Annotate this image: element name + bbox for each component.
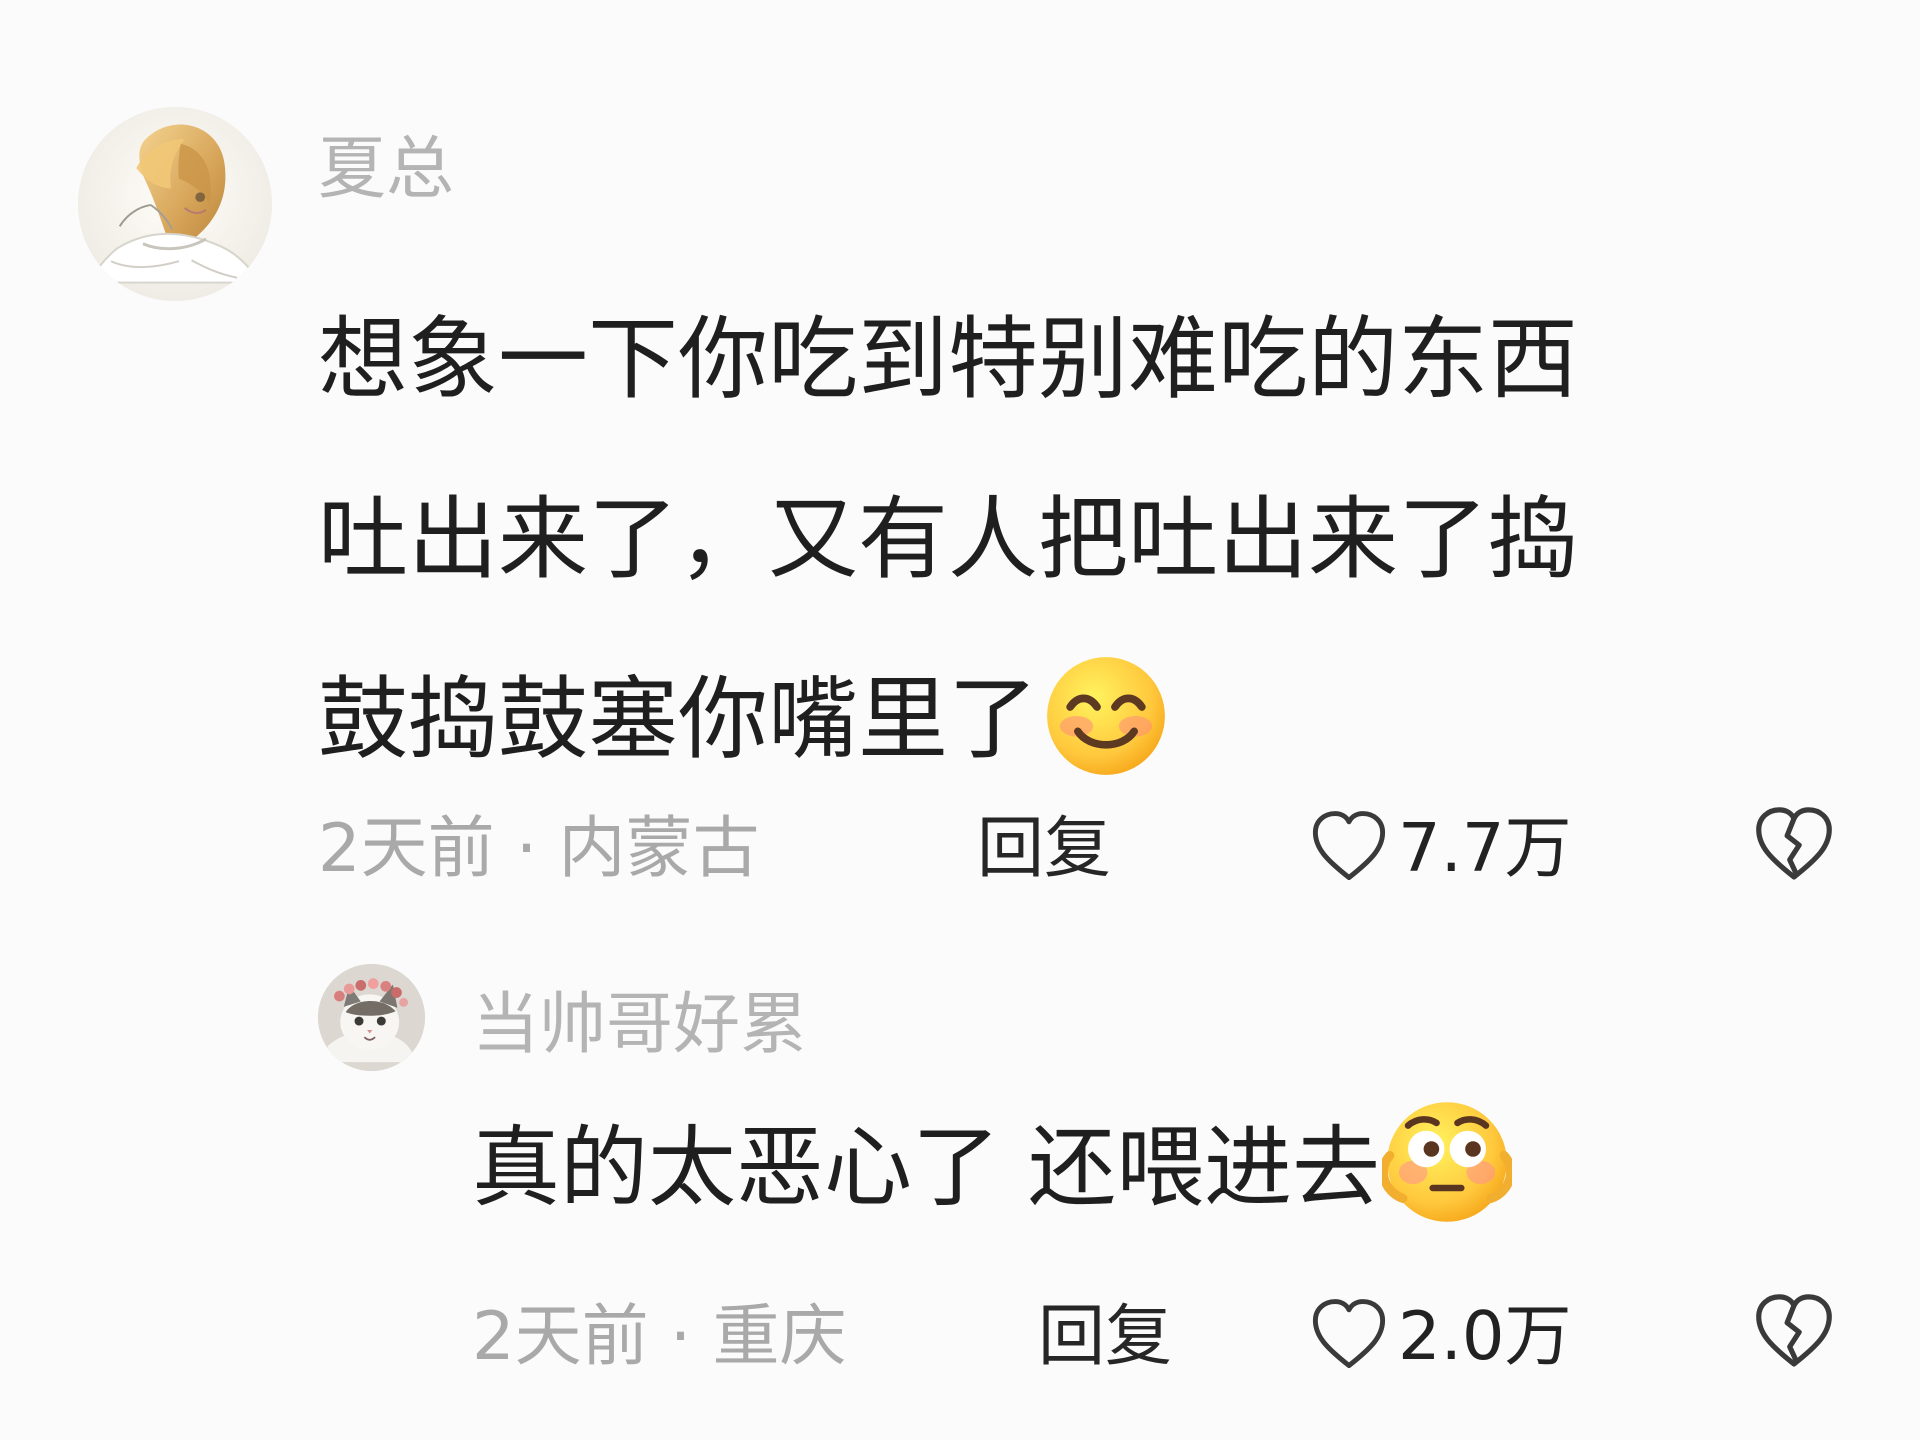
- like-button[interactable]: 2.0万: [1308, 1290, 1572, 1382]
- comment-meta: 2天前 · 内蒙古: [318, 809, 760, 887]
- comment-line-text: 真的太恶心了 还喂进去: [472, 1116, 1380, 1219]
- comment-line-text: 鼓捣鼓塞你嘴里了: [318, 667, 1038, 772]
- comment-text: 想象一下你吃到特别难吃的东西 吐出来了，又有人把吐出来了捣 鼓捣鼓塞你嘴里了: [318, 270, 1578, 810]
- comment-line: 吐出来了，又有人把吐出来了捣: [318, 487, 1578, 592]
- heart-outline-icon: [1312, 811, 1386, 880]
- like-count: 2.0万: [1398, 1297, 1572, 1375]
- comment-list: 夏总 想象一下你吃到特别难吃的东西 吐出来了，又有人把吐出来了捣 鼓捣鼓塞你嘴里…: [0, 0, 1920, 1440]
- flushed-emoji-icon: [1378, 1097, 1516, 1227]
- smile-emoji-icon: [1042, 652, 1170, 780]
- comment-text: 真的太恶心了 还喂进去: [472, 1102, 1516, 1228]
- like-count: 7.7万: [1398, 809, 1572, 887]
- user-avatar[interactable]: [318, 964, 425, 1071]
- comment-meta: 2天前 · 重庆: [472, 1297, 847, 1375]
- user-avatar[interactable]: [78, 107, 272, 301]
- broken-heart-icon[interactable]: [1751, 1290, 1837, 1376]
- username[interactable]: 夏总: [318, 124, 454, 216]
- comment-line: 鼓捣鼓塞你嘴里了: [318, 630, 1578, 810]
- heart-outline-icon: [1312, 1299, 1386, 1368]
- reply-button[interactable]: 回复: [1038, 1290, 1172, 1382]
- comment-line: 想象一下你吃到特别难吃的东西: [318, 307, 1578, 412]
- broken-heart-icon[interactable]: [1751, 803, 1837, 889]
- username[interactable]: 当帅哥好累: [472, 978, 807, 1070]
- reply-button[interactable]: 回复: [977, 802, 1111, 894]
- like-button[interactable]: 7.7万: [1308, 802, 1572, 894]
